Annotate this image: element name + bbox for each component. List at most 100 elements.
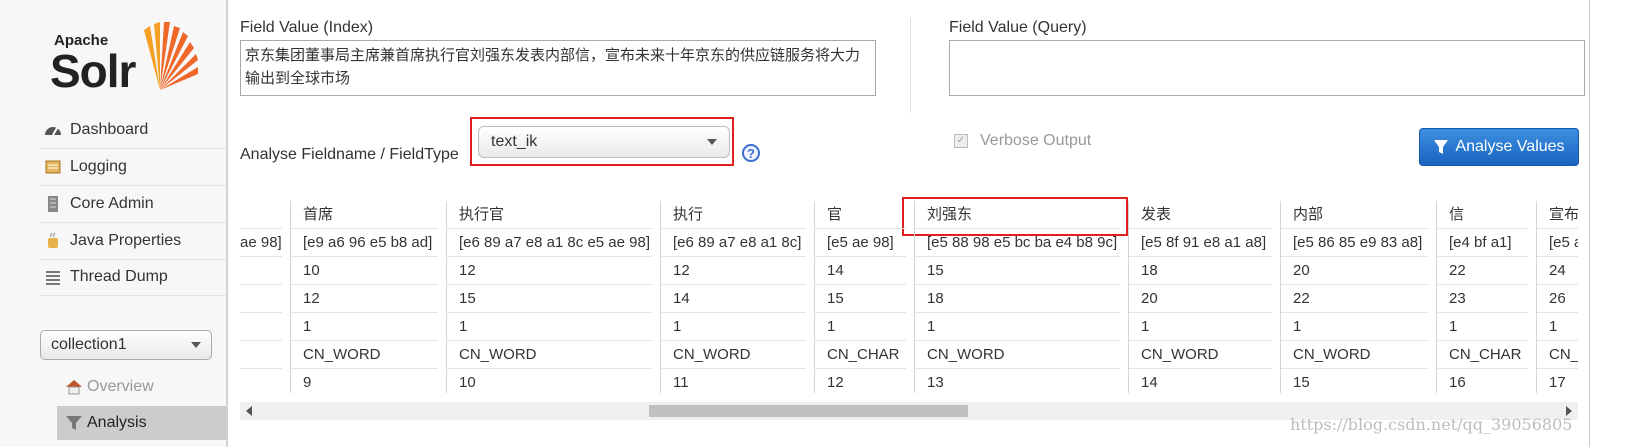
token-type: CN_CHAR — [1437, 341, 1528, 369]
token-table: ae 98] 首席 [e9 a6 96 e5 b8 ad] 10 12 1 CN… — [240, 201, 1578, 393]
token-position: 1 — [915, 313, 1120, 341]
token-start: 24 — [1537, 257, 1578, 285]
token-pos: 15 — [1293, 374, 1310, 391]
token-raw-bytes: [e5 a — [1537, 229, 1578, 257]
sidebar-subitem-analysis[interactable]: Analysis — [57, 406, 226, 440]
token-text: 首席 — [291, 201, 438, 229]
token-end: 15 — [815, 285, 906, 313]
token-end: 23 — [1437, 285, 1528, 313]
sidebar-item-label: Logging — [70, 158, 127, 175]
token-start: 15 — [915, 257, 1120, 285]
token-text: 内部 — [1281, 201, 1428, 229]
sidebar-item-dashboard[interactable]: Dashboard — [40, 112, 226, 149]
sidebar-subitem-overview[interactable]: Overview — [57, 370, 226, 404]
token-start: 22 — [1437, 257, 1528, 285]
token-raw-bytes: [e5 8f 91 e8 a1 a8] — [1129, 229, 1272, 257]
token-end: 14 — [661, 285, 806, 313]
sidebar-subitem-label: Overview — [87, 378, 154, 395]
analyse-values-label: Analyse Values — [1455, 138, 1565, 155]
scroll-left-icon[interactable] — [246, 406, 252, 416]
token-position: 1 — [661, 313, 806, 341]
token-start: 12 — [661, 257, 806, 285]
query-field-label: Field Value (Query) — [949, 19, 1087, 36]
token-column: 宣布 [e5 a 24 26 1 CN_ 17 — [1536, 201, 1578, 393]
token-end: 12 — [291, 285, 438, 313]
core-selector[interactable]: collection1 — [40, 330, 212, 360]
sidebar-item-label: Core Admin — [70, 195, 154, 212]
token-position — [240, 313, 282, 341]
logging-icon — [45, 160, 61, 174]
index-field-label: Field Value (Index) — [240, 19, 374, 36]
token-pos: 12 — [827, 374, 844, 391]
filter-icon — [66, 416, 82, 430]
token-column: 执行 [e6 89 a7 e8 a1 8c] 12 14 1 CN_WORD 1… — [660, 201, 814, 393]
token-text: 信 — [1437, 201, 1528, 229]
sidebar-item-logging[interactable]: Logging — [40, 149, 226, 186]
token-column: 刘强东 [e5 88 98 e5 bc ba e4 b8 9c] 15 18 1… — [914, 201, 1128, 393]
thread-dump-icon — [46, 271, 60, 285]
token-start: 18 — [1129, 257, 1272, 285]
token-end: 26 — [1537, 285, 1578, 313]
token-start: 20 — [1281, 257, 1428, 285]
token-type — [240, 341, 282, 369]
divider — [910, 18, 911, 113]
token-position: 1 — [1281, 313, 1428, 341]
token-pos: 10 — [459, 374, 476, 391]
token-column: 官 [e5 ae 98] 14 15 1 CN_CHAR 12 — [814, 201, 914, 393]
analyse-values-button[interactable]: Analyse Values — [1419, 128, 1579, 166]
token-type: CN_WORD — [915, 341, 1120, 369]
token-raw-bytes: [e5 88 98 e5 bc ba e4 b8 9c] — [915, 229, 1120, 257]
verbose-output-toggle[interactable]: ✓ Verbose Output — [954, 132, 1091, 150]
sidebar-item-core-admin[interactable]: Core Admin — [40, 186, 226, 223]
token-text: 执行 — [661, 201, 806, 229]
watermark: https://blog.csdn.net/qq_39056805 — [1290, 415, 1573, 434]
filter-icon — [1434, 140, 1449, 154]
sidebar-item-label: Java Properties — [70, 232, 182, 249]
token-pos — [240, 369, 282, 393]
token-position: 1 — [815, 313, 906, 341]
token-position: 1 — [447, 313, 652, 341]
token-start: 12 — [447, 257, 652, 285]
chevron-down-icon — [707, 139, 717, 145]
core-selector-value: collection1 — [51, 336, 127, 353]
token-start: 10 — [291, 257, 438, 285]
token-start: 14 — [815, 257, 906, 285]
token-pos: 13 — [927, 374, 944, 391]
verbose-checkbox[interactable]: ✓ — [954, 134, 968, 148]
sidebar-item-java-properties[interactable]: Java Properties — [40, 223, 226, 260]
scrollbar-thumb[interactable] — [649, 405, 968, 417]
sidebar-item-thread-dump[interactable]: Thread Dump — [40, 259, 226, 296]
token-text: 官 — [815, 201, 906, 229]
verbose-label: Verbose Output — [980, 132, 1092, 149]
token-start — [240, 257, 282, 285]
token-raw-bytes: ae 98] — [240, 229, 282, 257]
solr-logo[interactable]: Apache Solr — [50, 10, 210, 100]
token-text — [240, 201, 282, 229]
token-pos: 9 — [303, 374, 312, 391]
index-field-textarea[interactable]: 京东集团董事局主席兼首席执行官刘强东发表内部信，宣布未来十年京东的供应链服务将大… — [240, 40, 876, 96]
token-column: 信 [e4 bf a1] 22 23 1 CN_CHAR 16 — [1436, 201, 1536, 393]
token-end: 18 — [915, 285, 1120, 313]
java-icon — [48, 232, 58, 248]
fieldtype-select[interactable]: text_ik — [478, 126, 730, 158]
token-end: 15 — [447, 285, 652, 313]
dashboard-icon — [45, 127, 61, 136]
token-position: 1 — [1437, 313, 1528, 341]
token-raw-bytes: [e6 89 a7 e8 a1 8c e5 ae 98] — [447, 229, 652, 257]
token-type: CN_WORD — [1129, 341, 1272, 369]
token-text: 执行官 — [447, 201, 652, 229]
token-type: CN_WORD — [661, 341, 806, 369]
sidebar-item-label: Dashboard — [70, 121, 149, 138]
token-position: 1 — [291, 313, 438, 341]
token-end: 20 — [1129, 285, 1272, 313]
chevron-down-icon — [191, 342, 201, 348]
token-end — [240, 285, 282, 313]
token-pos: 17 — [1549, 374, 1566, 391]
token-raw-bytes: [e6 89 a7 e8 a1 8c] — [661, 229, 806, 257]
token-end: 22 — [1281, 285, 1428, 313]
token-type: CN_ — [1537, 341, 1578, 369]
query-field-textarea[interactable] — [949, 40, 1585, 96]
token-column: ae 98] — [240, 201, 290, 393]
help-icon[interactable]: ? — [742, 144, 760, 162]
token-type: CN_WORD — [1281, 341, 1428, 369]
